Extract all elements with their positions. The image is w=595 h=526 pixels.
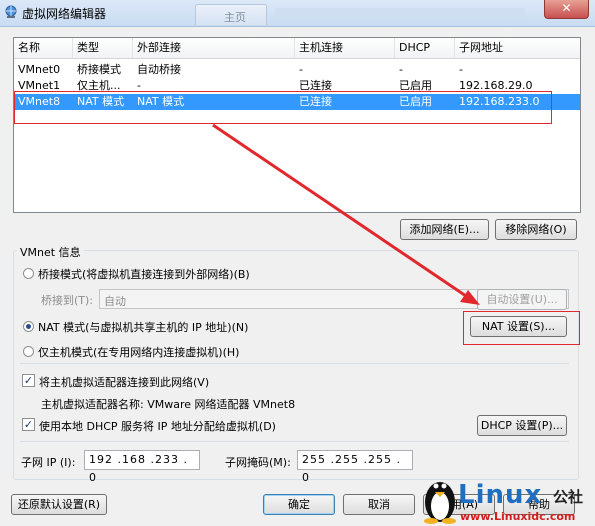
tux-penguin-icon <box>424 482 456 524</box>
dhcp-settings-button[interactable]: DHCP 设置(P)... <box>477 415 567 436</box>
host-only-label: 仅主机模式(在专用网络内连接虚拟机)(H) <box>38 346 240 359</box>
nat-mode-radio[interactable] <box>23 321 34 332</box>
host-only-radio[interactable] <box>23 346 34 357</box>
cancel-button[interactable]: 取消 <box>343 494 415 515</box>
cell-type: 桥接模式 <box>77 63 121 76</box>
restore-defaults-button[interactable]: 还原默认设置(R) <box>11 494 107 515</box>
column-header-name[interactable]: 名称 <box>14 38 73 58</box>
auto-settings-button[interactable]: 自动设置(U)... <box>477 289 567 310</box>
vmnet-info-group-label: VMnet 信息 <box>17 244 84 260</box>
background-window-strip <box>275 8 525 18</box>
nat-mode-label: NAT 模式(与虚拟机共享主机的 IP 地址)(N) <box>38 321 249 334</box>
bridge-to-value: 自动 <box>104 295 126 308</box>
use-dhcp-label: 使用本地 DHCP 服务将 IP 地址分配给虚拟机(D) <box>39 420 276 433</box>
connect-adapter-checkbox[interactable]: ✓ <box>22 374 35 387</box>
bridge-mode-label: 桥接模式(将虚拟机直接连接到外部网络)(B) <box>38 268 250 281</box>
use-dhcp-checkbox[interactable]: ✓ <box>22 418 35 431</box>
subnet-mask-label: 子网掩码(M): <box>225 456 291 469</box>
subnet-ip-input[interactable]: 192 .168 .233 . 0 <box>84 450 200 484</box>
network-globe-icon <box>5 5 17 18</box>
virtual-network-editor-window: 虚拟网络编辑器 主页 ✕ 名称 类型 外部连接 主机连接 DHCP 子网地址 V… <box>0 0 595 526</box>
column-header-external[interactable]: 外部连接 <box>133 38 295 58</box>
remove-network-button[interactable]: 移除网络(O) <box>495 219 577 240</box>
title-bar[interactable]: 虚拟网络编辑器 主页 ✕ <box>0 0 595 27</box>
column-header-subnet[interactable]: 子网地址 <box>455 38 580 58</box>
ok-button[interactable]: 确定 <box>263 494 335 515</box>
background-tab: 主页 <box>195 4 267 25</box>
adapter-name-label: 主机虚拟适配器名称: VMware 网络适配器 VMnet8 <box>41 398 296 411</box>
vmnet-info-group <box>13 250 579 480</box>
separator <box>20 441 569 442</box>
bridge-mode-radio[interactable] <box>23 268 34 279</box>
bridge-to-label: 桥接到(T): <box>41 294 94 307</box>
cell-subnet: - <box>459 63 463 76</box>
annotation-highlight-nat-settings <box>463 311 580 345</box>
separator <box>20 363 569 364</box>
watermark-logo-text: Linux <box>458 480 543 510</box>
window-title: 虚拟网络编辑器 <box>22 7 107 21</box>
column-header-host[interactable]: 主机连接 <box>295 38 395 58</box>
background-tab-label: 主页 <box>224 11 246 24</box>
connect-adapter-label: 将主机虚拟适配器连接到此网络(V) <box>39 376 210 389</box>
network-list-header: 名称 类型 外部连接 主机连接 DHCP 子网地址 <box>14 38 580 59</box>
watermark-url: www.Linuxidc.com <box>460 510 576 523</box>
watermark-logo-cn: 公社 <box>553 488 584 506</box>
cell-dhcp: - <box>399 63 403 76</box>
subnet-mask-input[interactable]: 255 .255 .255 . 0 <box>297 450 413 484</box>
annotation-highlight-vmnet8 <box>14 91 552 124</box>
column-header-dhcp[interactable]: DHCP <box>395 38 455 58</box>
subnet-ip-label: 子网 IP (I): <box>21 456 76 469</box>
cell-external: 自动桥接 <box>137 63 181 76</box>
network-list[interactable]: 名称 类型 外部连接 主机连接 DHCP 子网地址 VMnet0 桥接模式 自动… <box>13 37 581 213</box>
close-button[interactable]: ✕ <box>544 0 589 19</box>
column-header-type[interactable]: 类型 <box>73 38 133 58</box>
cell-host: - <box>299 63 303 76</box>
cell-name: VMnet0 <box>18 63 61 76</box>
add-network-button[interactable]: 添加网络(E)... <box>400 219 489 240</box>
table-row-vmnet0[interactable]: VMnet0 桥接模式 自动桥接 - - - <box>14 62 580 78</box>
